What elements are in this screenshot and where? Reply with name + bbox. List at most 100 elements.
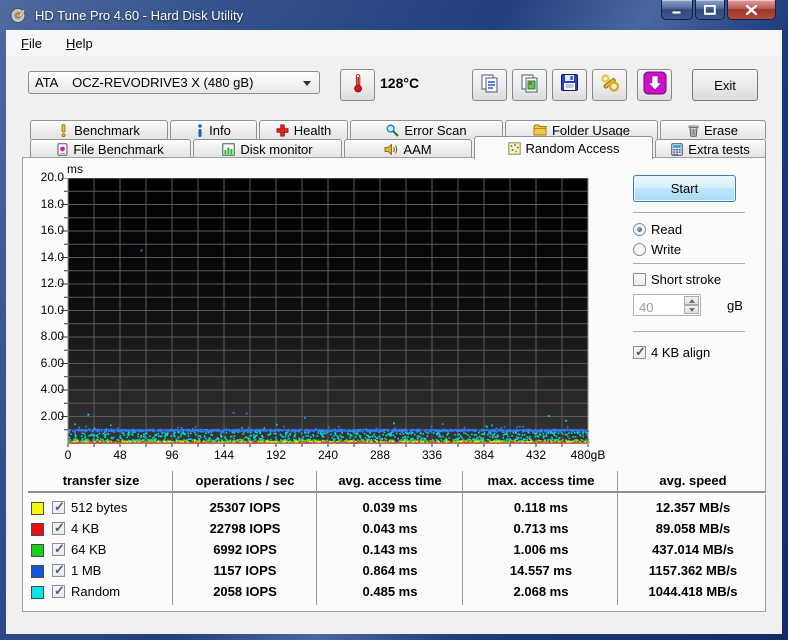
- triangle-down-icon: [688, 307, 695, 312]
- maximize-button[interactable]: [695, 0, 725, 20]
- series-checkbox[interactable]: [52, 499, 65, 515]
- series-checkbox[interactable]: [52, 562, 65, 578]
- short-stroke-checkbox[interactable]: Short stroke: [633, 272, 721, 287]
- menu-help[interactable]: Help: [57, 33, 102, 54]
- spinner-up-button[interactable]: [684, 296, 699, 305]
- tab-benchmark-label: Benchmark: [74, 122, 140, 138]
- ops-value: 1157 IOPS: [213, 563, 277, 578]
- copy-image-button[interactable]: [512, 69, 547, 101]
- file-benchmark-icon: [57, 142, 68, 156]
- minimize-button[interactable]: [661, 0, 693, 20]
- read-radio-label: Read: [651, 222, 683, 237]
- align-checkbox-control[interactable]: [633, 344, 646, 360]
- transfer-size-label: 4 KB: [71, 521, 100, 536]
- transfer-size-label: 1 MB: [71, 563, 102, 578]
- exit-button[interactable]: Exit: [692, 69, 758, 101]
- download-button[interactable]: [637, 69, 672, 101]
- ops-value: 2058 IOPS: [213, 584, 277, 599]
- write-radio-label: Write: [651, 242, 682, 257]
- avg-speed-value: 1044.418 MB/s: [648, 584, 738, 599]
- col-header-avg-speed: avg. speed: [659, 473, 727, 488]
- series-color-swatch: [31, 586, 44, 599]
- x-tick-label: 480gB: [570, 448, 606, 462]
- max-access-value: 0.713 ms: [513, 521, 569, 536]
- y-axis-unit-label: ms: [67, 162, 83, 176]
- save-button[interactable]: [552, 69, 587, 101]
- tab-info[interactable]: Info: [170, 120, 257, 139]
- tab-error-scan-label: Error Scan: [404, 122, 467, 138]
- copy-text-button[interactable]: [472, 69, 507, 101]
- col-header-transfer-size: transfer size: [62, 473, 140, 488]
- col-header-operations: operations / sec: [195, 473, 295, 488]
- tab-extra-tests[interactable]: Extra tests: [655, 139, 766, 158]
- download-icon: [643, 71, 667, 100]
- ops-value: 6992 IOPS: [213, 542, 277, 557]
- info-icon: [196, 123, 204, 137]
- temperature-button[interactable]: [340, 69, 375, 101]
- tab-health[interactable]: Health: [259, 120, 348, 139]
- align-checkbox[interactable]: 4 KB align: [633, 344, 711, 360]
- window-controls: [659, 0, 776, 20]
- align-checkbox-label: 4 KB align: [651, 345, 711, 360]
- avg-access-value: 0.485 ms: [362, 584, 418, 599]
- avg-access-value: 0.039 ms: [362, 500, 418, 515]
- write-radio-control[interactable]: [633, 243, 646, 256]
- tab-random-access[interactable]: Random Access: [474, 136, 653, 159]
- tab-aam-label: AAM: [403, 141, 432, 157]
- copy-text-icon: [480, 73, 500, 98]
- error-scan-icon: [386, 124, 400, 137]
- avg-speed-value: 12.357 MB/s: [655, 500, 731, 515]
- x-tick-label: 144: [213, 448, 235, 462]
- read-radio[interactable]: Read: [633, 222, 682, 237]
- temperature-value: 128°C: [380, 75, 420, 91]
- x-tick-label: 432: [525, 448, 547, 462]
- avg-access-value: 0.043 ms: [362, 521, 418, 536]
- short-stroke-size-input[interactable]: [634, 295, 687, 317]
- table-column-divider: [462, 471, 463, 605]
- max-access-value: 14.557 ms: [509, 563, 573, 578]
- start-button-label: Start: [670, 181, 699, 196]
- table-column-divider: [172, 471, 173, 605]
- short-stroke-checkbox-control[interactable]: [633, 273, 646, 286]
- x-tick-label: 96: [165, 448, 179, 462]
- tab-extra-tests-label: Extra tests: [688, 141, 750, 157]
- drive-select[interactable]: ATA OCZ-REVODRIVE3 X (480 gB): [28, 71, 320, 94]
- read-radio-control[interactable]: [633, 223, 646, 236]
- tab-erase[interactable]: Erase: [660, 120, 766, 139]
- series-checkbox[interactable]: [52, 520, 65, 536]
- tab-file-benchmark[interactable]: File Benchmark: [30, 139, 191, 158]
- start-button[interactable]: Start: [633, 175, 736, 202]
- save-icon: [560, 73, 579, 97]
- series-checkbox[interactable]: [52, 541, 65, 557]
- col-header-max-access: max. access time: [487, 473, 595, 488]
- triangle-up-icon: [688, 298, 695, 303]
- series-color-swatch: [31, 565, 44, 578]
- menu-file[interactable]: File: [12, 33, 51, 54]
- app-window: HD Tune Pro 4.60 - Hard Disk Utility Fil…: [0, 0, 788, 640]
- write-radio[interactable]: Write: [633, 242, 681, 257]
- tab-disk-monitor-label: Disk monitor: [240, 141, 313, 157]
- separator: [633, 331, 745, 333]
- tab-benchmark[interactable]: Benchmark: [30, 120, 168, 139]
- close-button[interactable]: [727, 0, 776, 20]
- aam-icon: [384, 143, 398, 156]
- transfer-size-label: 64 KB: [71, 542, 107, 557]
- short-stroke-unit-label: gB: [727, 298, 743, 313]
- col-header-avg-access: avg. access time: [338, 473, 442, 488]
- y-tick-label: 20.0: [40, 170, 64, 184]
- options-button[interactable]: [592, 69, 627, 101]
- tab-random-access-label: Random Access: [525, 140, 620, 156]
- tab-aam[interactable]: AAM: [344, 139, 472, 158]
- y-tick-label: 2.00: [40, 408, 64, 423]
- y-tick-label: 18.0: [40, 196, 64, 211]
- health-icon: [276, 124, 289, 137]
- chevron-down-icon: [303, 81, 311, 86]
- avg-speed-value: 1157.362 MB/s: [648, 563, 738, 578]
- titlebar[interactable]: HD Tune Pro 4.60 - Hard Disk Utility: [0, 0, 788, 30]
- series-checkbox[interactable]: [52, 583, 65, 599]
- avg-speed-value: 437.014 MB/s: [652, 542, 734, 557]
- y-tick-label: 10.0: [40, 302, 64, 317]
- max-access-value: 1.006 ms: [513, 542, 569, 557]
- spinner-down-button[interactable]: [684, 305, 699, 314]
- tab-disk-monitor[interactable]: Disk monitor: [193, 139, 342, 158]
